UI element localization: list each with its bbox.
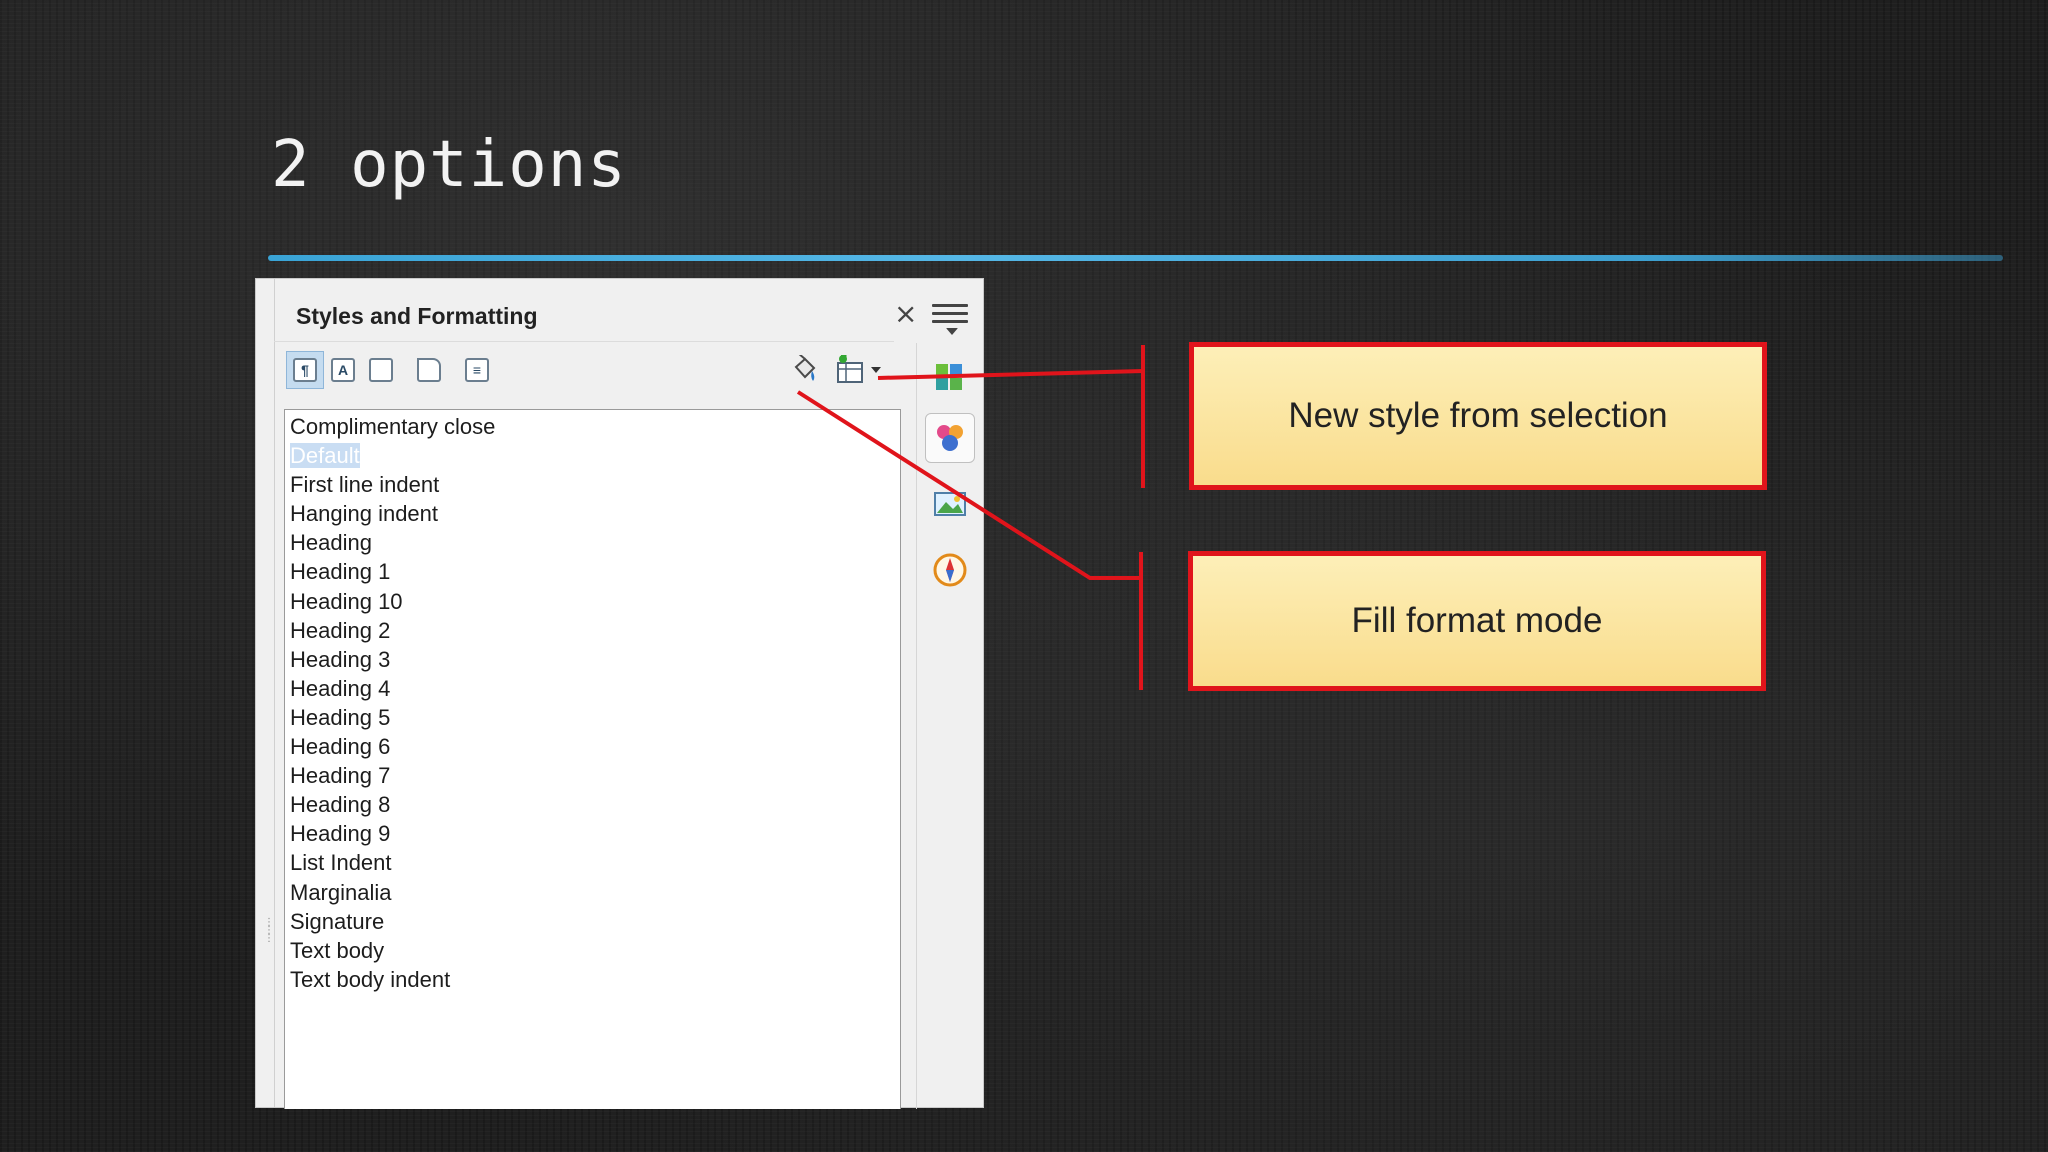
gallery-icon xyxy=(936,364,962,390)
style-list-item[interactable]: Heading 8 xyxy=(285,790,900,819)
style-name: Heading 3 xyxy=(290,646,391,672)
page-styles-button[interactable] xyxy=(410,351,448,389)
dropdown-arrow-icon xyxy=(871,367,881,373)
style-name: Text body indent xyxy=(290,966,451,992)
character-styles-icon: A xyxy=(331,358,355,382)
deck-header: Styles and Formatting × xyxy=(274,279,917,342)
sidebar-tab-bar xyxy=(916,343,983,1109)
style-list-item[interactable]: Heading 5 xyxy=(285,703,900,732)
style-list-item[interactable]: Heading 1 xyxy=(285,557,900,586)
style-list-item[interactable]: Default xyxy=(285,441,900,470)
fill-format-mode-button[interactable] xyxy=(786,351,824,389)
fill-format-mode-icon xyxy=(794,355,816,381)
list-styles-button[interactable]: ≡ xyxy=(458,351,496,389)
frame-styles-icon xyxy=(369,358,393,382)
style-name: Heading 1 xyxy=(290,559,391,585)
style-list-item[interactable]: Heading 7 xyxy=(285,761,900,790)
style-name: Heading 5 xyxy=(290,704,391,730)
style-list-item[interactable]: Complimentary close xyxy=(285,412,900,441)
image-icon xyxy=(934,492,966,516)
style-list-item[interactable]: Heading 4 xyxy=(285,674,900,703)
menu-dropdown-icon xyxy=(946,328,958,335)
style-list-item[interactable]: List Indent xyxy=(285,848,900,877)
style-name: Complimentary close xyxy=(290,414,496,439)
style-name: Signature xyxy=(290,908,385,934)
style-list-item[interactable]: First line indent xyxy=(285,470,900,499)
new-style-from-selection-button[interactable] xyxy=(832,351,870,389)
frame-styles-button[interactable] xyxy=(362,351,400,389)
slide-title: 2 options xyxy=(271,128,627,202)
style-name: Marginalia xyxy=(290,879,392,905)
style-name: Heading xyxy=(290,530,372,556)
grip-dots: ⋮ ⋮ ⋮ xyxy=(264,917,274,944)
callout-new-style: New style from selection xyxy=(1189,342,1767,490)
style-name: Text body xyxy=(290,937,385,963)
style-list[interactable]: Complimentary close Default First line ind… xyxy=(284,409,901,1109)
navigator-icon xyxy=(933,553,967,587)
style-name: First line indent xyxy=(290,472,440,498)
style-list-item[interactable]: Hanging indent xyxy=(285,499,900,528)
deck-title: Styles and Formatting xyxy=(296,303,538,329)
new-style-dropdown[interactable] xyxy=(866,351,886,389)
style-list-item[interactable]: Heading 9 xyxy=(285,819,900,848)
style-list-item[interactable]: Text body xyxy=(285,936,900,965)
sidebar-menu-button[interactable] xyxy=(932,299,968,339)
page-styles-icon xyxy=(417,358,441,382)
style-list-item[interactable]: Signature xyxy=(285,907,900,936)
character-styles-button[interactable]: A xyxy=(324,351,362,389)
menu-line-icon xyxy=(932,312,968,315)
sidebar-tab-gallery[interactable] xyxy=(925,353,975,403)
callout-fill-format: Fill format mode xyxy=(1188,551,1766,691)
menu-line-icon xyxy=(932,304,968,307)
close-button[interactable]: × xyxy=(894,297,917,330)
title-underline xyxy=(268,255,2003,261)
style-name: Heading 7 xyxy=(290,763,391,789)
paragraph-styles-button[interactable]: ¶ xyxy=(286,351,324,389)
style-name: Heading 8 xyxy=(290,792,391,818)
sidebar-tab-navigator[interactable] xyxy=(925,545,975,595)
style-list-item[interactable]: Heading 6 xyxy=(285,732,900,761)
style-name: Default xyxy=(290,443,360,469)
style-name: Heading 9 xyxy=(290,821,391,847)
list-styles-icon: ≡ xyxy=(465,358,489,382)
new-style-from-selection-icon xyxy=(837,355,863,383)
menu-line-icon xyxy=(932,320,968,323)
style-name: Heading 4 xyxy=(290,675,391,701)
panel-resize-grip[interactable]: ⋮ ⋮ ⋮ xyxy=(260,279,275,1107)
style-list-item[interactable]: Heading 3 xyxy=(285,645,900,674)
style-name: List Indent xyxy=(290,850,392,876)
style-list-item[interactable]: Heading 10 xyxy=(285,587,900,616)
paragraph-styles-icon: ¶ xyxy=(293,358,317,382)
sidebar-tab-image[interactable] xyxy=(925,479,975,529)
style-name: Heading 2 xyxy=(290,617,391,643)
style-name: Hanging indent xyxy=(290,501,439,527)
style-name: Heading 10 xyxy=(290,588,403,614)
styles-formatting-panel: ⋮ ⋮ ⋮ Styles and Formatting × ¶ A ≡ Comp… xyxy=(255,278,984,1109)
sidebar-tab-styles[interactable] xyxy=(925,413,975,463)
styles-icon xyxy=(937,425,963,451)
style-list-item[interactable]: Heading 2 xyxy=(285,616,900,645)
style-list-item[interactable]: Text body indent xyxy=(285,965,900,994)
style-name: Heading 6 xyxy=(290,734,391,760)
style-list-item[interactable]: Heading xyxy=(285,528,900,557)
style-list-item[interactable]: Marginalia xyxy=(285,878,900,907)
